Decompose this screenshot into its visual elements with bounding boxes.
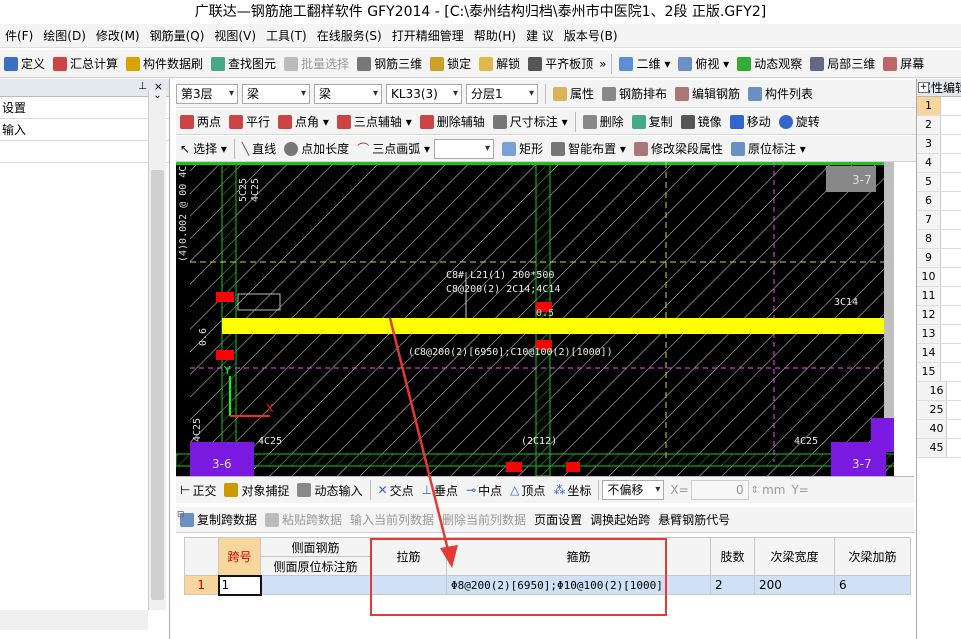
property-row-index: 2 — [917, 116, 941, 134]
property-row-index: 13 — [917, 325, 941, 343]
property-row[interactable]: 4 — [917, 154, 961, 173]
property-row-index: 25 — [917, 401, 947, 419]
property-row-index: 14 — [917, 344, 941, 362]
property-row-index: 3 — [917, 135, 941, 153]
property-row-index: 10 — [917, 268, 941, 286]
property-row-index: 7 — [917, 211, 941, 229]
property-row-index: 5 — [917, 173, 941, 191]
annotation-arrow-line — [388, 317, 452, 559]
property-row-index: 6 — [917, 192, 941, 210]
property-row[interactable]: 15 — [917, 363, 961, 382]
property-row[interactable]: 45 + — [917, 82, 961, 458]
property-row[interactable]: 8 — [917, 230, 961, 249]
property-row-index: 15 — [917, 363, 941, 381]
annotation-arrow-head — [440, 545, 458, 568]
property-row[interactable]: 3 — [917, 135, 961, 154]
property-row[interactable]: 40 + — [917, 82, 961, 439]
property-row-index: 12 — [917, 306, 941, 324]
property-row[interactable]: 2 — [917, 116, 961, 135]
annotation-arrow-layer — [388, 317, 458, 568]
property-row[interactable]: 25+ — [917, 82, 961, 420]
property-row[interactable]: 5 — [917, 173, 961, 192]
property-row-index: 11 — [917, 287, 941, 305]
property-row-index: 4 — [917, 154, 941, 172]
property-row[interactable]: 11 — [917, 287, 961, 306]
property-row-index: 16 — [917, 382, 947, 400]
property-row-index: 9 — [917, 249, 941, 267]
property-row[interactable]: 10 — [917, 268, 961, 287]
property-row[interactable]: 13 — [917, 325, 961, 344]
property-row[interactable]: 7 — [917, 211, 961, 230]
property-row[interactable]: 16+ — [917, 82, 961, 401]
property-row[interactable]: 1 — [917, 97, 961, 116]
right-panel: 属性编辑 12345678910111213141516+25+40+45+ — [916, 79, 961, 639]
expand-icon[interactable]: + — [918, 82, 929, 93]
property-row-index: 1 — [917, 97, 941, 115]
property-row-index: 40 — [917, 420, 947, 438]
property-row[interactable]: 12 — [917, 306, 961, 325]
right-panel-rows: 12345678910111213141516+25+40+45+ — [917, 82, 961, 458]
property-row-index: 8 — [917, 230, 941, 248]
property-row[interactable]: 9 — [917, 249, 961, 268]
property-row-index: 45 — [917, 439, 947, 457]
property-row[interactable]: 14 — [917, 344, 961, 363]
property-row[interactable]: 6 — [917, 192, 961, 211]
